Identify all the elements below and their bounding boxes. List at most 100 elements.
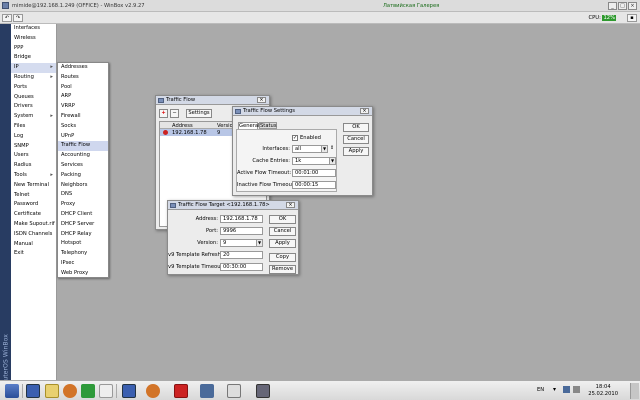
submenu-item-addresses[interactable]: Addresses — [58, 63, 108, 73]
submenu-item-upnp[interactable]: UPnP — [58, 132, 108, 142]
cancel-button[interactable]: Cancel — [269, 227, 296, 236]
submenu-item-telephony[interactable]: Telephony — [58, 249, 108, 259]
submenu-item-arp[interactable]: ARP — [58, 92, 108, 102]
submenu-item-dhcp-relay[interactable]: DHCP Relay — [58, 230, 108, 240]
ok-button[interactable]: OK — [343, 123, 369, 132]
remove-button[interactable]: − — [170, 109, 179, 118]
remove-button[interactable]: Remove — [269, 265, 296, 274]
sidebar-item-files[interactable]: Files — [11, 122, 56, 132]
cache-entries-select[interactable]: 1k ▼ — [292, 157, 336, 165]
save-icon[interactable] — [26, 384, 40, 398]
submenu-item-traffic-flow[interactable]: Traffic Flow — [58, 141, 108, 152]
close-icon[interactable]: × — [360, 108, 369, 114]
sidebar-item-wireless[interactable]: Wireless — [11, 34, 56, 44]
sidebar-item-new-terminal[interactable]: New Terminal — [11, 181, 56, 191]
sidebar-item-tools[interactable]: Tools ▸ — [11, 171, 56, 181]
folder-icon[interactable] — [45, 384, 59, 398]
sidebar-item-make-supout[interactable]: Make Supout.rif — [11, 220, 56, 230]
sidebar-item-manual[interactable]: Manual — [11, 240, 56, 250]
firefox-icon[interactable] — [63, 384, 77, 398]
tab-general[interactable]: General — [238, 122, 259, 129]
chevron-down-icon[interactable]: ▼ — [256, 240, 262, 246]
cancel-button[interactable]: Cancel — [343, 135, 369, 144]
chevron-down-icon[interactable]: ▼ — [321, 146, 327, 152]
address-field[interactable]: 192.168.1.78 — [220, 215, 263, 223]
submenu-item-proxy[interactable]: Proxy — [58, 200, 108, 210]
sidebar-item-system[interactable]: System ▸ — [11, 112, 56, 122]
sidebar-item-drivers[interactable]: Drivers — [11, 102, 56, 112]
close-icon[interactable]: × — [257, 97, 266, 103]
tab-status[interactable]: Status — [259, 122, 277, 129]
sidebar-item-snmp[interactable]: SNMP — [11, 142, 56, 152]
settings-button[interactable]: Settings — [186, 109, 212, 118]
sidebar-item-isdn-channels[interactable]: ISDN Channels — [11, 230, 56, 240]
chevron-down-icon[interactable]: ▾ — [553, 386, 556, 393]
upload-arrow-icon[interactable] — [81, 384, 95, 398]
submenu-item-vrrp[interactable]: VRRP — [58, 102, 108, 112]
winbox-task-icon[interactable] — [256, 384, 270, 398]
add-button[interactable]: + — [159, 109, 168, 118]
sidebar-item-users[interactable]: Users — [11, 151, 56, 161]
sidebar-item-interfaces[interactable]: Interfaces — [11, 24, 56, 34]
minimize-button[interactable]: _ — [608, 2, 617, 10]
document-icon[interactable] — [99, 384, 113, 398]
submenu-item-accounting[interactable]: Accounting — [58, 151, 108, 161]
submenu-item-hotspot[interactable]: Hotspot — [58, 239, 108, 249]
sidebar-item-queues[interactable]: Queues — [11, 93, 56, 103]
sidebar-item-password[interactable]: Password — [11, 200, 56, 210]
sidebar-item-ppp[interactable]: PPP — [11, 44, 56, 54]
sidebar-item-ip[interactable]: IP ▸ — [11, 63, 56, 73]
undo-icon[interactable]: ↶ — [2, 14, 12, 22]
v9-timeout-field[interactable]: 00:30:00 — [220, 263, 263, 271]
maximize-button[interactable]: □ — [618, 2, 627, 10]
redo-icon[interactable]: ↷ — [13, 14, 23, 22]
save-task-icon[interactable] — [122, 384, 136, 398]
editor-app-icon[interactable] — [227, 384, 241, 398]
submenu-item-routes[interactable]: Routes — [58, 73, 108, 83]
keyboard-layout-indicator[interactable]: Латвийская Галерея — [383, 3, 439, 9]
volume-tray-icon[interactable] — [573, 386, 580, 393]
sidebar-item-telnet[interactable]: Telnet — [11, 191, 56, 201]
sidebar-item-radius[interactable]: Radius — [11, 161, 56, 171]
port-field[interactable]: 9996 — [220, 227, 263, 235]
submenu-item-ipsec[interactable]: IPsec — [58, 259, 108, 269]
network-tray-icon[interactable] — [563, 386, 570, 393]
submenu-item-firewall[interactable]: Firewall — [58, 112, 108, 122]
v9-refresh-field[interactable]: 20 — [220, 251, 263, 259]
pdf-reader-icon[interactable] — [174, 384, 188, 398]
enabled-checkbox[interactable]: ✓ — [292, 135, 298, 141]
input-language[interactable]: EN — [537, 387, 544, 393]
sidebar-item-exit[interactable]: Exit — [11, 249, 56, 259]
close-button[interactable]: × — [628, 2, 637, 10]
sidebar-item-bridge[interactable]: Bridge — [11, 53, 56, 63]
submenu-item-packing[interactable]: Packing — [58, 171, 108, 181]
sidebar-item-log[interactable]: Log — [11, 132, 56, 142]
network-app-icon[interactable] — [200, 384, 214, 398]
submenu-item-pool[interactable]: Pool — [58, 83, 108, 93]
version-select[interactable]: 9 ▼ — [220, 239, 263, 247]
settings-title-bar[interactable]: Traffic Flow Settings × — [233, 107, 372, 116]
show-desktop-button[interactable] — [630, 383, 639, 399]
apply-button[interactable]: Apply — [269, 239, 296, 248]
firefox-task-icon[interactable] — [146, 384, 160, 398]
traffic-flow-title-bar[interactable]: Traffic Flow × — [156, 96, 269, 105]
add-remove-stepper-icon[interactable]: ⇕ — [330, 145, 334, 151]
submenu-item-dhcp-client[interactable]: DHCP Client — [58, 210, 108, 220]
apply-button[interactable]: Apply — [343, 147, 369, 156]
close-icon[interactable]: × — [286, 202, 295, 208]
submenu-item-services[interactable]: Services — [58, 161, 108, 171]
lock-icon[interactable]: ▪ — [627, 14, 637, 22]
copy-button[interactable]: Copy — [269, 253, 296, 262]
sidebar-item-routing[interactable]: Routing ▸ — [11, 73, 56, 83]
chevron-down-icon[interactable]: ▼ — [329, 158, 335, 164]
sidebar-item-ports[interactable]: Ports — [11, 83, 56, 93]
inactive-timeout-field[interactable]: 00:00:15 — [292, 181, 336, 189]
submenu-item-dns[interactable]: DNS — [58, 190, 108, 200]
submenu-item-neighbors[interactable]: Neighbors — [58, 181, 108, 191]
ok-button[interactable]: OK — [269, 215, 296, 224]
submenu-item-socks[interactable]: Socks — [58, 122, 108, 132]
system-clock[interactable]: 18:04 25.02.2010 — [588, 384, 618, 398]
sidebar-item-certificate[interactable]: Certificate — [11, 210, 56, 220]
submenu-item-web-proxy[interactable]: Web Proxy — [58, 269, 108, 279]
interfaces-select[interactable]: all ▼ — [292, 145, 328, 153]
